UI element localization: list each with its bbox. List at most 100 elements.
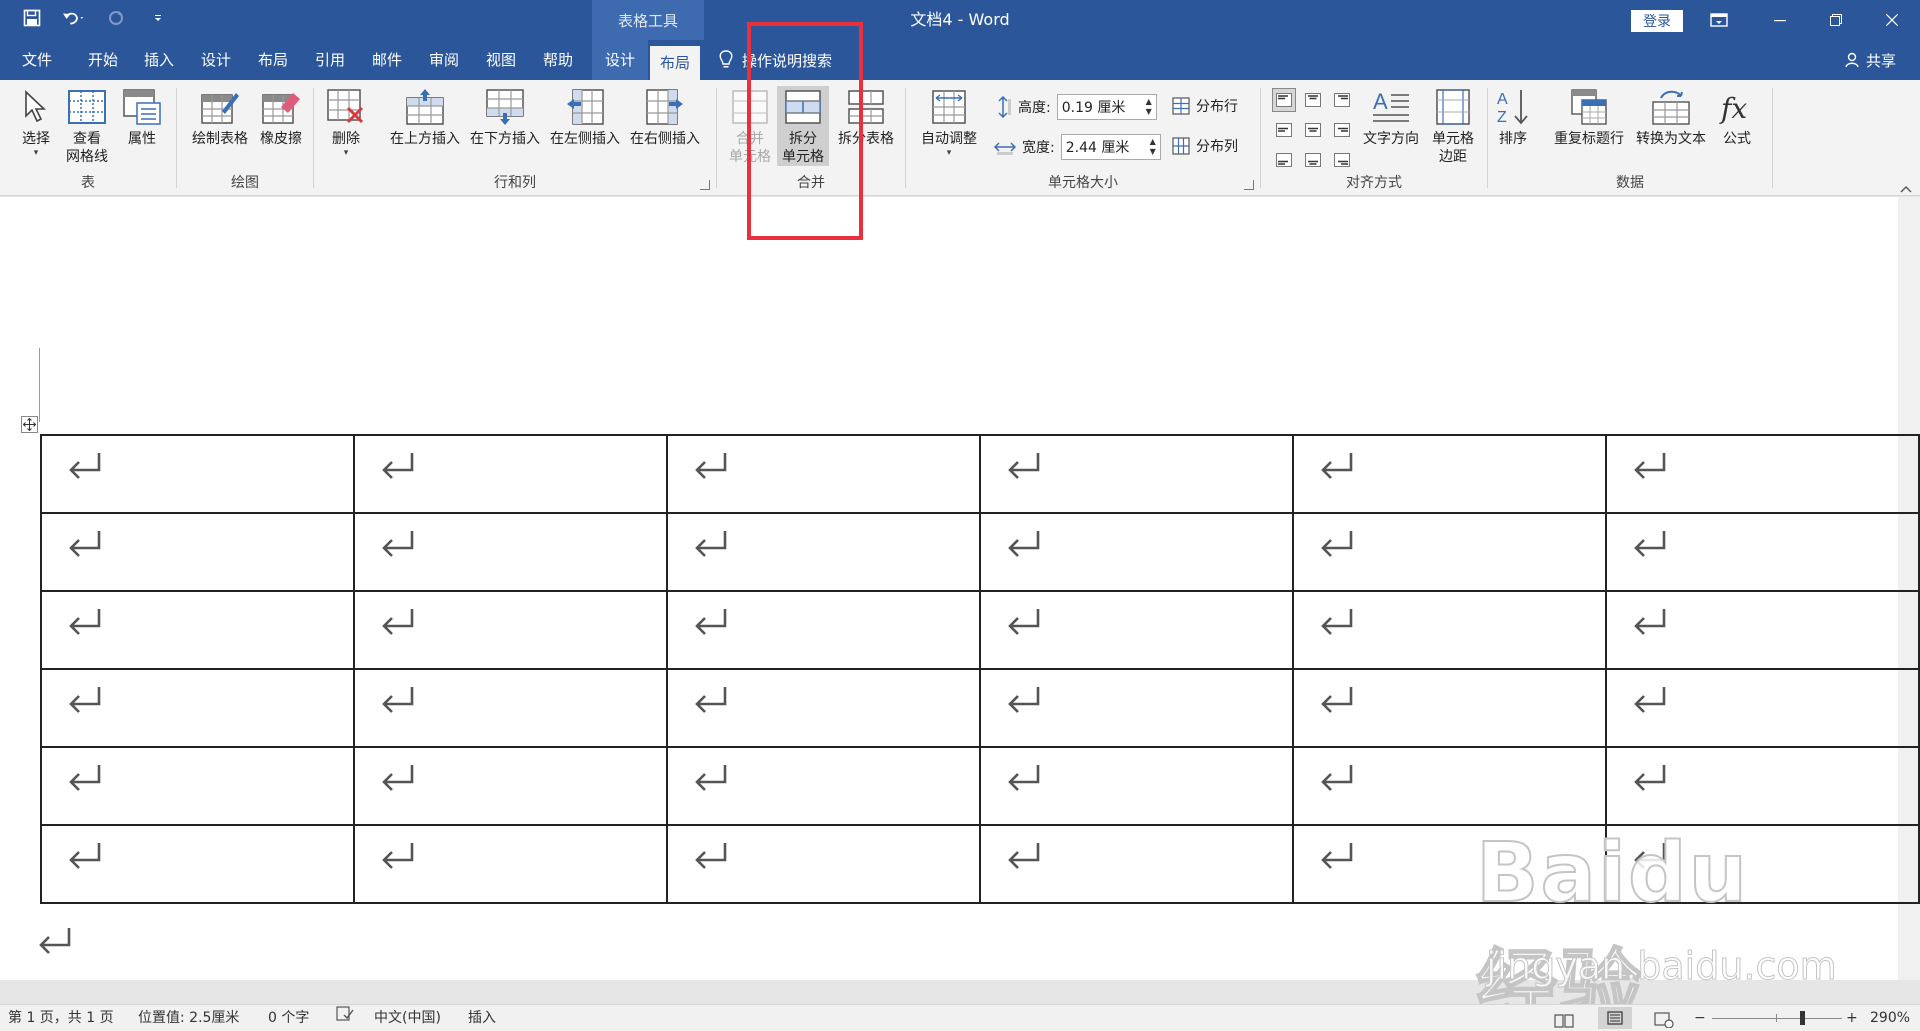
table-cell[interactable] <box>1605 590 1920 670</box>
table-cell[interactable] <box>1605 668 1920 748</box>
table-move-handle[interactable] <box>21 416 38 433</box>
insert-above-button[interactable]: 在上方插入 <box>386 86 464 148</box>
table-cell[interactable] <box>979 824 1294 904</box>
align-bottom-left-button[interactable] <box>1272 148 1296 172</box>
convert-to-text-button[interactable]: 转换为文本 <box>1630 86 1712 148</box>
table-cell[interactable] <box>40 824 355 904</box>
sort-button[interactable]: AZ 排序 <box>1490 86 1536 148</box>
table-cell[interactable] <box>1292 668 1607 748</box>
table-cell[interactable] <box>353 668 668 748</box>
table-cell[interactable] <box>979 746 1294 826</box>
draw-table-button[interactable]: 绘制表格 <box>185 86 255 148</box>
ribbon-display-options-button[interactable] <box>1694 0 1744 40</box>
table-cell[interactable] <box>1292 512 1607 592</box>
table-cell[interactable] <box>979 590 1294 670</box>
align-top-center-button[interactable] <box>1301 88 1325 112</box>
table-cell[interactable] <box>353 590 668 670</box>
tab-file[interactable]: 文件 <box>8 40 66 80</box>
undo-button[interactable] <box>62 6 86 30</box>
insert-mode[interactable]: 插入 <box>468 1005 496 1031</box>
distribute-rows-button[interactable]: 分布行 <box>1172 96 1238 116</box>
signin-button[interactable]: 登录 <box>1631 10 1683 32</box>
table-cell[interactable] <box>1605 434 1920 514</box>
table-cell[interactable] <box>666 434 981 514</box>
insert-left-button[interactable]: 在左侧插入 <box>546 86 624 148</box>
table-cell[interactable] <box>353 434 668 514</box>
table-cell[interactable] <box>40 434 355 514</box>
align-middle-right-button[interactable] <box>1330 118 1354 142</box>
zoom-in-button[interactable]: + <box>1846 1005 1858 1031</box>
tab-review[interactable]: 审阅 <box>421 40 467 80</box>
table-cell[interactable] <box>1605 746 1920 826</box>
height-spinner[interactable]: ▲ ▼ <box>1146 97 1152 117</box>
web-layout-button[interactable] <box>1654 1011 1674 1029</box>
tab-mailings[interactable]: 邮件 <box>364 40 410 80</box>
restore-button[interactable] <box>1808 0 1864 40</box>
align-top-left-button[interactable] <box>1272 88 1296 112</box>
table-cell[interactable] <box>1292 590 1607 670</box>
tab-layout[interactable]: 布局 <box>250 40 296 80</box>
table-cell[interactable] <box>979 668 1294 748</box>
share-button[interactable]: 共享 <box>1845 40 1896 80</box>
table-cell[interactable] <box>666 512 981 592</box>
tab-table-design[interactable]: 设计 <box>592 40 648 80</box>
read-mode-button[interactable] <box>1554 1011 1574 1028</box>
tab-view[interactable]: 视图 <box>478 40 524 80</box>
table-cell[interactable] <box>666 668 981 748</box>
cell-margins-button[interactable]: 单元格 边距 <box>1425 86 1481 166</box>
properties-button[interactable]: 属性 <box>118 86 166 148</box>
tab-table-layout[interactable]: 布局 <box>650 46 700 80</box>
table-cell[interactable] <box>979 512 1294 592</box>
table-cell[interactable] <box>40 668 355 748</box>
formula-button[interactable]: fx 公式 <box>1714 86 1760 148</box>
table-cell[interactable] <box>979 434 1294 514</box>
align-middle-center-button[interactable] <box>1301 118 1325 142</box>
tab-references[interactable]: 引用 <box>307 40 353 80</box>
table-cell[interactable] <box>40 590 355 670</box>
document-table[interactable] <box>40 434 1920 904</box>
table-cell[interactable] <box>666 746 981 826</box>
table-cell[interactable] <box>40 746 355 826</box>
table-cell[interactable] <box>353 824 668 904</box>
page-count[interactable]: 第 1 页，共 1 页 <box>8 1005 114 1031</box>
insert-right-button[interactable]: 在右侧插入 <box>626 86 704 148</box>
collapse-ribbon-button[interactable] <box>1900 182 1912 196</box>
table-cell[interactable] <box>1292 824 1607 904</box>
tab-help[interactable]: 帮助 <box>535 40 581 80</box>
table-cell[interactable] <box>353 512 668 592</box>
tab-design[interactable]: 设计 <box>193 40 239 80</box>
table-cell[interactable] <box>40 512 355 592</box>
print-layout-button[interactable] <box>1598 1007 1632 1029</box>
repeat-header-rows-button[interactable]: 重复标题行 <box>1550 86 1628 148</box>
delete-button[interactable]: 删除 ▾ <box>324 86 368 158</box>
width-input[interactable]: 2.44 厘米 ▲ ▼ <box>1060 134 1161 160</box>
eraser-button[interactable]: 橡皮擦 <box>253 86 309 148</box>
proofing-status[interactable] <box>336 1005 354 1031</box>
table-cell[interactable] <box>1292 434 1607 514</box>
table-cell[interactable] <box>1605 824 1920 904</box>
table-cell[interactable] <box>353 746 668 826</box>
align-bottom-right-button[interactable] <box>1330 148 1354 172</box>
height-input[interactable]: 0.19 厘米 ▲ ▼ <box>1056 94 1157 120</box>
zoom-out-button[interactable]: − <box>1694 1005 1706 1031</box>
rows-columns-dialog-launcher[interactable] <box>700 180 710 190</box>
table-cell[interactable] <box>1605 512 1920 592</box>
select-button[interactable]: 选择 ▾ <box>14 86 58 158</box>
table-cell[interactable] <box>1292 746 1607 826</box>
redo-button[interactable] <box>104 6 128 30</box>
tab-insert[interactable]: 插入 <box>136 40 182 80</box>
zoom-slider[interactable] <box>1712 1018 1842 1019</box>
view-gridlines-button[interactable]: 查看 网格线 <box>62 86 112 166</box>
word-count[interactable]: 0 个字 <box>268 1005 309 1031</box>
table-cell[interactable] <box>666 824 981 904</box>
insert-below-button[interactable]: 在下方插入 <box>466 86 544 148</box>
align-top-right-button[interactable] <box>1330 88 1354 112</box>
width-spinner[interactable]: ▲ ▼ <box>1150 137 1156 157</box>
table-cell[interactable] <box>666 590 981 670</box>
language-indicator[interactable]: 中文(中国) <box>374 1005 441 1031</box>
align-middle-left-button[interactable] <box>1272 118 1296 142</box>
close-button[interactable] <box>1864 0 1920 40</box>
text-direction-button[interactable]: A 文字方向 <box>1359 86 1423 148</box>
autofit-button[interactable]: 自动调整 ▾ <box>914 86 984 158</box>
tab-home[interactable]: 开始 <box>80 40 126 80</box>
